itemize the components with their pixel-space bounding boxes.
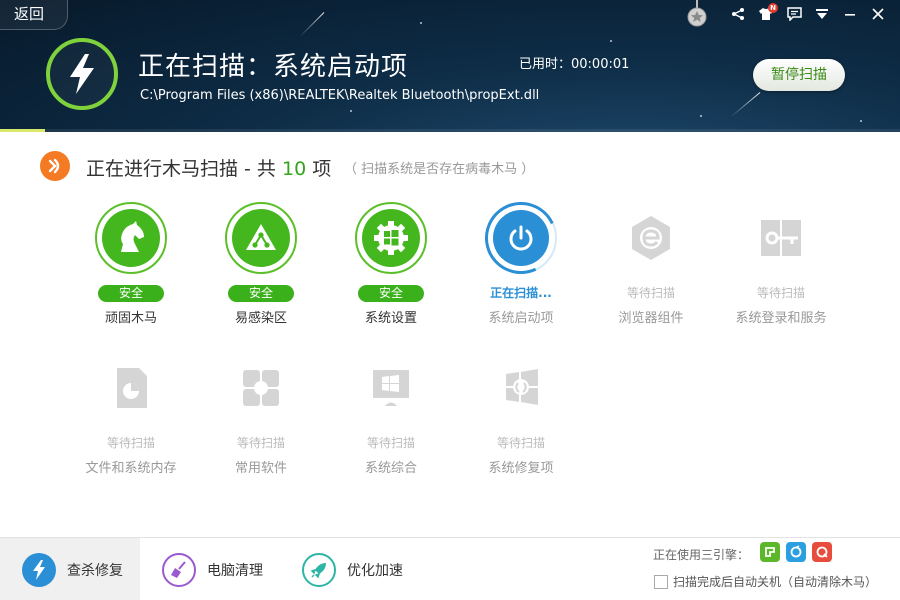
broom-icon: [162, 552, 196, 587]
decor-streak: [730, 92, 761, 118]
system-general-icon: [355, 352, 427, 424]
status-badge: 安全: [228, 285, 294, 302]
decor-star: [610, 40, 612, 42]
scan-title: 正在扫描：系统启动项: [138, 52, 409, 82]
network-triangle-icon: [225, 202, 297, 274]
engine-green-icon[interactable]: [760, 542, 780, 562]
item-label: 系统综合: [364, 461, 417, 476]
auto-shutdown-checkbox[interactable]: [654, 574, 668, 589]
medal-icon[interactable]: [686, 0, 708, 28]
windows-gear-icon: [355, 202, 427, 274]
power-icon: [474, 191, 568, 285]
scan-item-system-settings: 安全 系统设置: [326, 202, 456, 326]
share-icon[interactable]: [724, 2, 752, 26]
horse-icon: [95, 202, 167, 274]
scan-progress-bar: [0, 129, 900, 132]
engine-red-icon[interactable]: [812, 542, 832, 562]
status-badge: 安全: [358, 285, 424, 302]
scan-item-system-general: 等待扫描 系统综合: [326, 352, 456, 476]
item-label: 系统启动项: [488, 311, 554, 326]
status-text: 等待扫描: [236, 436, 285, 450]
file-memory-icon: [95, 352, 167, 424]
decor-star: [860, 120, 862, 122]
item-label: 系统登录和服务: [735, 311, 827, 326]
tab-optimize-speed[interactable]: 优化加速: [302, 538, 403, 600]
decor-star: [700, 115, 702, 117]
status-text: 等待扫描: [626, 286, 675, 300]
pause-scan-button[interactable]: 暂停扫描: [753, 59, 845, 91]
decor-star: [350, 110, 352, 112]
status-text: 等待扫描: [106, 436, 155, 450]
auto-shutdown-option[interactable]: 扫描完成后自动关机（自动清除木马）: [654, 573, 877, 590]
scan-item-login-service: 等待扫描 系统登录和服务: [716, 202, 846, 326]
close-icon[interactable]: [864, 2, 892, 26]
back-button[interactable]: 返回: [0, 0, 68, 30]
scan-header: 返回 N 正在扫描：系统启动项 C:\Program Files (x86)\R…: [0, 0, 900, 132]
feedback-message-icon[interactable]: [780, 2, 808, 26]
status-text: 等待扫描: [366, 436, 415, 450]
decor-streak: [299, 12, 325, 37]
window-controls: N: [724, 2, 892, 26]
browser-e-icon: [615, 202, 687, 274]
minimize-icon[interactable]: [836, 2, 864, 26]
tab-label: 优化加速: [347, 562, 403, 579]
rocket-icon: [302, 552, 336, 587]
engines-label: 正在使用三引擎：: [653, 548, 750, 562]
software-icon: [225, 352, 297, 424]
tab-kill-repair[interactable]: 查杀修复: [0, 538, 140, 600]
status-text: 等待扫描: [756, 286, 805, 300]
summary-count: 10: [281, 158, 307, 180]
notification-badge: N: [768, 3, 778, 13]
login-service-icon: [745, 202, 817, 274]
skin-shirt-icon[interactable]: N: [752, 2, 780, 26]
bolt-icon: [22, 552, 56, 587]
menu-dropdown-icon[interactable]: [808, 2, 836, 26]
tab-label: 电脑清理: [207, 562, 263, 579]
scan-item-infection-area: 安全 易感染区: [196, 202, 326, 326]
decor-star: [420, 22, 422, 24]
scan-current-path: C:\Program Files (x86)\REALTEK\Realtek B…: [140, 88, 540, 103]
scan-item-system-repair: 等待扫描 系统修复项: [456, 352, 586, 476]
status-badge: 安全: [98, 285, 164, 302]
scan-status-icon: [40, 151, 70, 181]
scan-item-file-memory: 等待扫描 文件和系统内存: [66, 352, 196, 476]
summary-prefix: 正在进行木马扫描 - 共: [86, 158, 276, 180]
system-repair-icon: [485, 352, 557, 424]
scan-item-software: 等待扫描 常用软件: [196, 352, 326, 476]
scan-item-stubborn-trojan: 安全 顽固木马: [66, 202, 196, 326]
item-label: 易感染区: [234, 311, 287, 326]
item-label: 浏览器组件: [618, 311, 684, 326]
bottom-bar: 查杀修复 电脑清理 优化加速 正在使用三引擎： 扫描完成后自动关机（自动清除木马…: [0, 537, 900, 600]
tab-pc-cleanup[interactable]: 电脑清理: [162, 538, 263, 600]
engine-blue-icon[interactable]: [786, 542, 806, 562]
item-label: 常用软件: [234, 461, 287, 476]
item-label: 文件和系统内存: [85, 461, 177, 476]
scan-progress-fill: [0, 129, 45, 132]
summary-suffix: 项: [312, 158, 332, 180]
status-text: 正在扫描...: [490, 286, 552, 300]
auto-shutdown-label: 扫描完成后自动关机（自动清除木马）: [673, 575, 878, 589]
tab-label: 查杀修复: [67, 562, 123, 579]
summary-hint: （ 扫描系统是否存在病毒木马 ）: [344, 162, 535, 177]
scanning-bolt-icon: [46, 38, 118, 110]
elapsed-time: 已用时：00:00:01: [519, 57, 630, 72]
scan-item-startup: 正在扫描... 系统启动项: [456, 191, 586, 326]
status-text: 等待扫描: [496, 436, 545, 450]
item-label: 顽固木马: [104, 311, 157, 326]
item-label: 系统设置: [364, 311, 417, 326]
item-label: 系统修复项: [488, 461, 554, 476]
scan-item-browser: 等待扫描 浏览器组件: [586, 202, 716, 326]
scan-summary-title: 正在进行木马扫描 - 共 10 项: [86, 154, 331, 181]
